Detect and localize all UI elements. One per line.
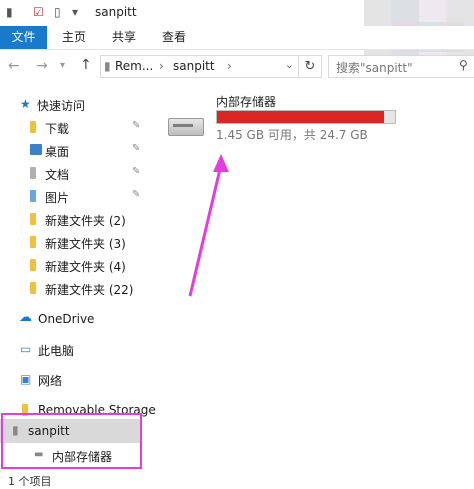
status-bar: 1 个项目 (0, 473, 474, 488)
annotation-arrow (188, 154, 229, 297)
item-count: 1 个项目 (8, 475, 52, 488)
